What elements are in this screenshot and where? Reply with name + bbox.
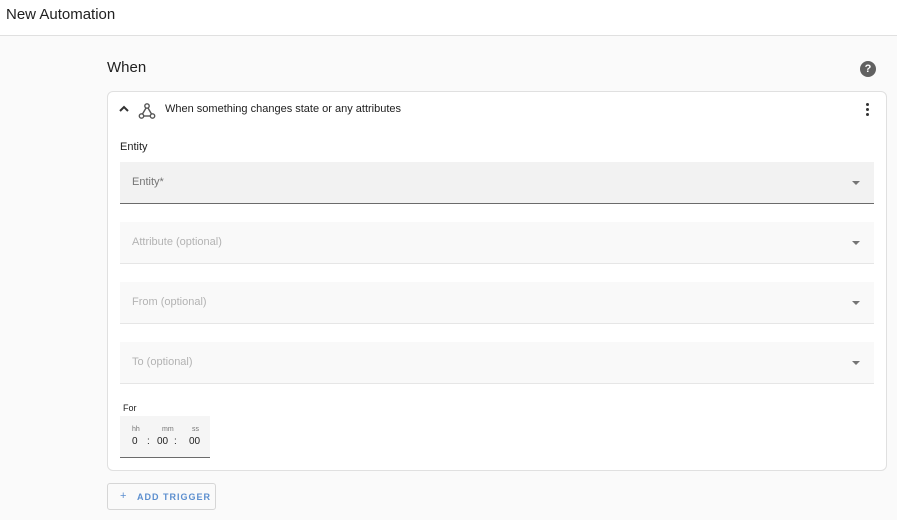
hours-field[interactable]: 0: [132, 436, 138, 447]
minutes-unit-label: mm: [162, 426, 174, 433]
page-title: New Automation: [6, 6, 116, 23]
entity-placeholder: Entity*: [132, 176, 164, 188]
more-vert-icon[interactable]: [862, 102, 872, 118]
help-icon[interactable]: ?: [860, 61, 876, 77]
to-state-picker[interactable]: To (optional): [120, 342, 874, 384]
minutes-field[interactable]: 00: [157, 436, 168, 447]
section-title-when: When: [107, 59, 147, 76]
chevron-up-icon[interactable]: [118, 104, 130, 114]
to-placeholder: To (optional): [132, 356, 193, 368]
add-trigger-button[interactable]: + ADD TRIGGER: [107, 483, 216, 510]
attribute-picker[interactable]: Attribute (optional): [120, 222, 874, 264]
hours-unit-label: hh: [132, 426, 140, 433]
entity-label: Entity: [120, 141, 148, 153]
entity-picker[interactable]: Entity*: [120, 162, 874, 204]
trigger-card-header[interactable]: When something changes state or any attr…: [108, 92, 886, 128]
plus-icon: +: [120, 490, 128, 502]
duration-input[interactable]: hh mm ss 0 : 00 : 00: [120, 416, 210, 458]
dropdown-arrow-icon[interactable]: [852, 241, 860, 245]
from-placeholder: From (optional): [132, 296, 207, 308]
dropdown-arrow-icon[interactable]: [852, 361, 860, 365]
from-state-picker[interactable]: From (optional): [120, 282, 874, 324]
time-separator: :: [147, 436, 150, 447]
state-change-icon: [138, 103, 156, 119]
time-separator: :: [174, 436, 177, 447]
trigger-card-title: When something changes state or any attr…: [165, 103, 402, 115]
trigger-card: When something changes state or any attr…: [107, 91, 887, 471]
seconds-field[interactable]: 00: [189, 436, 200, 447]
dropdown-arrow-icon[interactable]: [852, 181, 860, 185]
top-app-bar: New Automation: [0, 0, 897, 36]
for-label: For: [123, 403, 137, 413]
seconds-unit-label: ss: [192, 426, 199, 433]
add-trigger-label: ADD TRIGGER: [137, 492, 211, 502]
dropdown-arrow-icon[interactable]: [852, 301, 860, 305]
attribute-placeholder: Attribute (optional): [132, 236, 222, 248]
